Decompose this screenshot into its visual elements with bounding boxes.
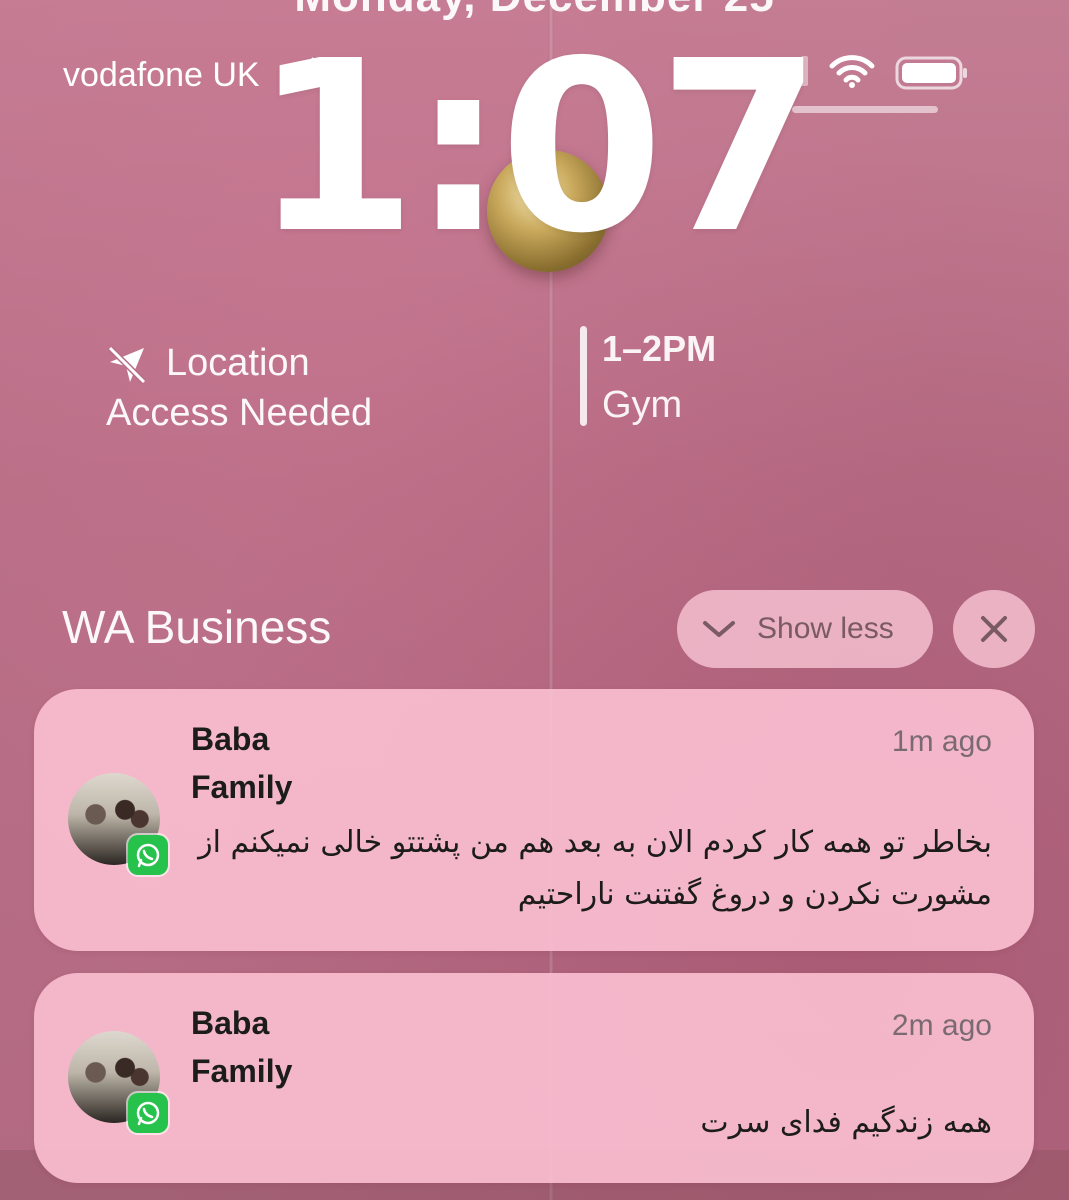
location-widget-subtitle: Access Needed	[106, 392, 373, 434]
calendar-event-title[interactable]: Gym	[602, 384, 682, 427]
clear-notifications-button[interactable]	[953, 590, 1035, 668]
notification-time: 1m ago	[891, 725, 992, 758]
whatsapp-business-icon	[128, 1093, 168, 1133]
show-less-label: Show less	[757, 612, 894, 645]
notification-thread: Family	[191, 769, 293, 805]
whatsapp-business-icon	[128, 835, 168, 875]
notification-time: 2m ago	[891, 1009, 992, 1042]
notification-card[interactable]: Baba Family 2m ago همه زندگیم فدای سرت	[34, 973, 1034, 1183]
notification-thread: Family	[191, 1053, 293, 1089]
lockscreen-clock[interactable]: 1:07	[0, 30, 1069, 266]
calendar-event-bar	[580, 326, 587, 426]
notification-sender: Baba	[191, 1005, 270, 1041]
calendar-event-time[interactable]: 1–2PM	[602, 328, 716, 370]
show-less-button[interactable]: Show less	[677, 590, 933, 668]
location-widget-title: Location	[166, 342, 310, 384]
notification-group-title: WA Business	[62, 601, 332, 653]
notification-message: همه زندگیم فدای سرت	[700, 1105, 992, 1140]
notification-message: بخاطر تو همه کار کردم الان به بعد هم من …	[198, 825, 992, 912]
location-slash-icon	[107, 345, 147, 385]
close-icon	[981, 616, 1007, 642]
notification-card[interactable]: Baba Family 1m ago بخاطر تو همه کار کردم…	[34, 689, 1034, 951]
chevron-down-icon	[703, 621, 735, 637]
notification-sender: Baba	[191, 721, 270, 757]
